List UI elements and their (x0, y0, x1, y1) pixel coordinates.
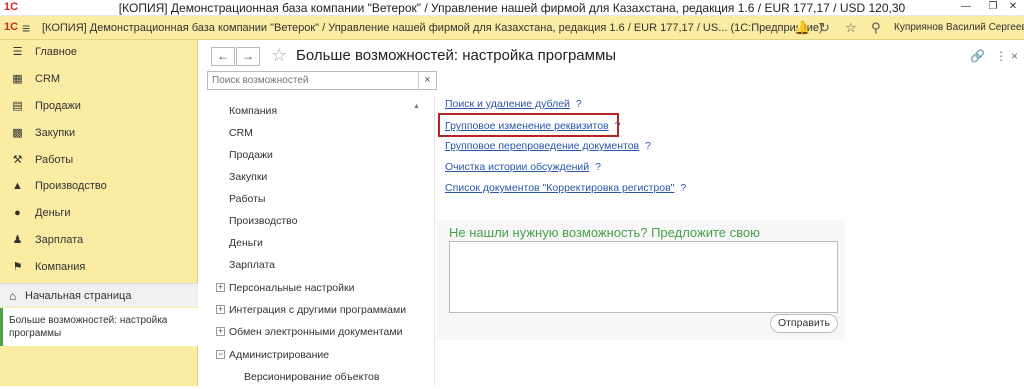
tree-item-label: Продажи (229, 149, 273, 161)
sidebar-item-money[interactable]: ● Деньги (0, 201, 198, 227)
tree-item-label: Персональные настройки (229, 282, 355, 294)
purchase-icon: ▩ (12, 127, 23, 139)
tree-item-label: Производство (229, 215, 298, 227)
close-icon[interactable]: ✕ (1002, 0, 1024, 14)
help-icon[interactable]: ? (680, 182, 686, 194)
tree-item-label: Деньги (229, 237, 263, 249)
tree-item-label: Обмен электронными документами (229, 326, 403, 338)
restore-icon[interactable]: ❐ (982, 0, 1004, 14)
link-icon[interactable]: 🔗 (970, 49, 985, 63)
main-content: ← → ☆ Больше возможностей: настройка про… (199, 40, 1024, 386)
suggestion-heading: Не нашли нужную возможность? Предложите … (449, 225, 760, 240)
window-titlebar: 1С [КОПИЯ] Демонстрационная база компани… (0, 0, 1024, 16)
opened-window-label: Больше возможностей: настройка программы (9, 315, 168, 339)
close-form-icon[interactable]: × (1011, 49, 1018, 63)
sidebar-item-label: Зарплата (35, 234, 84, 246)
sidebar-item-purchases[interactable]: ▩ Закупки (0, 121, 198, 147)
sidebar-item-sales[interactable]: ▤ Продажи (0, 94, 198, 120)
favorites-star-icon[interactable]: ☆ (845, 20, 857, 36)
clear-search-icon[interactable]: × (418, 72, 436, 89)
link-register-corrections-text[interactable]: Список документов "Корректировка регистр… (445, 182, 674, 194)
bell-icon[interactable]: 🔔 (794, 20, 810, 36)
sidebar-item-label: Компания (35, 261, 86, 273)
help-icon[interactable]: ? (645, 140, 651, 152)
collapse-icon[interactable]: − (216, 350, 225, 359)
page-title: Больше возможностей: настройка программы (296, 47, 617, 64)
tree-item-label: CRM (229, 127, 253, 139)
favorite-star-icon[interactable]: ☆ (271, 45, 287, 66)
sidebar-item-label: Производство (35, 180, 107, 192)
help-icon[interactable]: ? (576, 98, 582, 110)
coin-icon: ● (14, 207, 21, 219)
sidebar-item-label: Закупки (35, 127, 76, 139)
opened-window-tab[interactable]: Больше возможностей: настройка программы (0, 308, 198, 346)
minimize-icon[interactable]: — (955, 0, 977, 14)
sidebar-item-label: Деньги (35, 207, 71, 219)
scroll-up-icon[interactable]: ▲ (413, 103, 420, 110)
tree-item-label: Интеграция с другими программами (229, 304, 407, 316)
hamburger-menu-icon[interactable]: ≡ (22, 20, 30, 36)
arrow-left-icon: ← (217, 49, 229, 63)
factory-icon: ▲ (12, 180, 23, 192)
sidebar-item-works[interactable]: ⚒ Работы (0, 148, 198, 174)
app-header: 1С ≡ [КОПИЯ] Демонстрационная база компа… (0, 16, 1024, 40)
link-clear-history-text[interactable]: Очистка истории обсуждений (445, 161, 589, 173)
sidebar-item-crm[interactable]: ▦ CRM (0, 67, 198, 93)
sidebar-item-main[interactable]: ☰ Главное (0, 40, 198, 66)
link-repost-documents: Групповое перепроведение документов? (445, 140, 651, 152)
app-logo-small: 1С (4, 21, 19, 33)
link-duplicates: Поиск и удаление дублей? (445, 98, 582, 110)
tree-item-label: Работы (229, 193, 266, 205)
sidebar-item-production[interactable]: ▲ Производство (0, 174, 198, 200)
crm-icon: ▦ (12, 73, 23, 85)
expand-icon[interactable]: + (216, 283, 225, 292)
arrow-right-icon: → (242, 49, 254, 63)
history-icon[interactable]: ↻ (819, 20, 830, 36)
suggestion-panel: Не нашли нужную возможность? Предложите … (437, 220, 845, 340)
search-icon[interactable]: ⚲ (871, 20, 881, 36)
tree-item-label: Версионирование объектов (244, 371, 380, 383)
sidebar-item-company[interactable]: ⚑ Компания (0, 255, 198, 281)
tree-item-label: Администрирование (229, 349, 330, 361)
current-user[interactable]: Куприянов Василий Сергеевич (894, 22, 1024, 33)
sidebar-item-label: Работы (35, 154, 74, 166)
expand-icon[interactable]: + (216, 327, 225, 336)
tree-item-label: Закупки (229, 171, 268, 183)
flag-icon: ⚑ (12, 261, 23, 273)
more-menu-icon[interactable]: ⋮ (995, 49, 1007, 63)
tree-item-label: Компания (229, 105, 278, 117)
settings-tree: ▲ Компания CRM Продажи Закупки Работы Пр… (207, 96, 435, 386)
sidebar-item-label: CRM (35, 73, 61, 85)
tools-icon: ⚒ (12, 154, 23, 166)
people-icon: ♟ (12, 234, 23, 246)
link-repost-documents-text[interactable]: Групповое перепроведение документов (445, 140, 639, 152)
sidebar-item-salary[interactable]: ♟ Зарплата (0, 228, 198, 254)
sidebar-item-label: Продажи (35, 100, 81, 112)
sidebar-item-label: Главное (35, 46, 78, 58)
expand-icon[interactable]: + (216, 305, 225, 314)
link-register-corrections: Список документов "Корректировка регистр… (445, 182, 686, 194)
home-page-item[interactable]: ⌂ Начальная страница (0, 283, 198, 307)
cart-icon: ▤ (12, 100, 23, 112)
home-page-label: Начальная страница (25, 290, 132, 302)
suggestion-textarea[interactable] (449, 241, 838, 313)
home-icon: ⌂ (9, 289, 17, 303)
forward-button[interactable]: → (236, 47, 260, 66)
tree-item-label: Зарплата (229, 259, 275, 271)
link-duplicates-text[interactable]: Поиск и удаление дублей (445, 98, 570, 110)
link-clear-history: Очистка истории обсуждений? (445, 161, 601, 173)
search-box: × (207, 71, 437, 90)
app-title: [КОПИЯ] Демонстрационная база компании "… (42, 22, 823, 34)
search-input[interactable] (208, 72, 416, 89)
window-title: [КОПИЯ] Демонстрационная база компании "… (118, 1, 906, 15)
highlight-frame (438, 113, 619, 137)
help-icon[interactable]: ? (595, 161, 601, 173)
section-sidebar: ☰ Главное ▦ CRM ▤ Продажи ▩ Закупки ⚒ Ра… (0, 40, 198, 386)
send-button[interactable]: Отправить (770, 314, 838, 333)
menu-icon: ☰ (12, 46, 23, 58)
back-button[interactable]: ← (211, 47, 235, 66)
